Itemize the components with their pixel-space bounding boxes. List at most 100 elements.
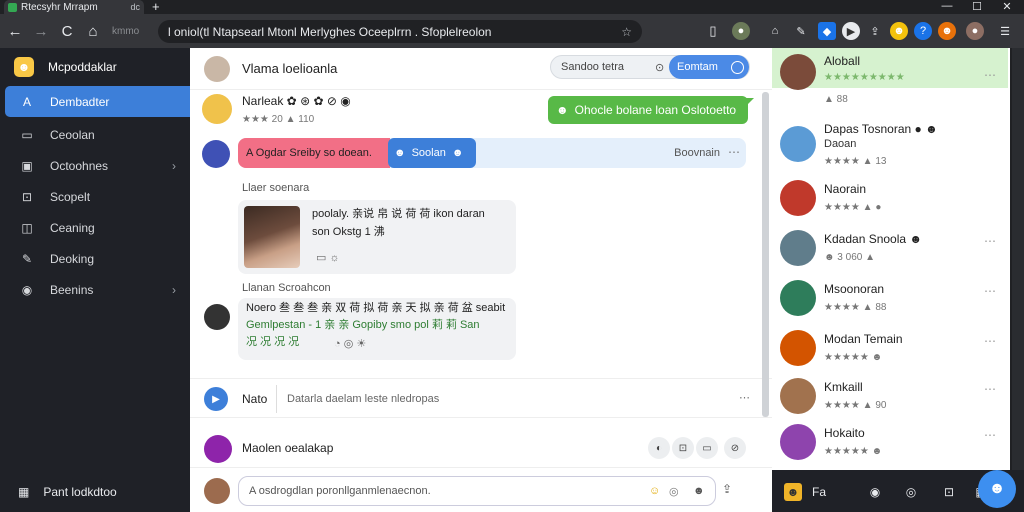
more-icon[interactable]: ⋯ <box>739 391 750 404</box>
send-button[interactable]: ⇪ <box>722 482 732 496</box>
more-icon[interactable]: ⋯ <box>984 428 996 442</box>
avatar[interactable] <box>204 304 230 330</box>
chevron-right-icon[interactable]: › <box>172 159 176 173</box>
sync-icon[interactable]: ⇪ <box>866 22 884 40</box>
chevron-right-icon[interactable]: › <box>172 283 176 297</box>
thread-action-icon[interactable]: ◐ <box>648 437 670 459</box>
gif-icon[interactable]: ◎ <box>669 485 679 498</box>
search-button[interactable]: Eomtam <box>669 55 749 79</box>
thread-action-icon[interactable]: ⊘ <box>724 437 746 459</box>
minimize-button[interactable]: — <box>932 0 962 12</box>
emoji-icon[interactable]: ☺ <box>649 485 660 497</box>
avatar[interactable] <box>780 126 816 162</box>
settings-icon[interactable]: ◎ <box>902 483 920 501</box>
more-icon[interactable]: ⋯ <box>984 382 996 396</box>
reload-button[interactable]: C <box>54 23 80 40</box>
more-icon[interactable]: ⋯ <box>984 284 996 298</box>
nav-icon: ◉ <box>21 282 33 297</box>
more-icon[interactable]: ⋯ <box>984 234 996 248</box>
reply-input[interactable]: A osdrogdlan poronllganmlenaecnon. ☺ ◎ ☻ <box>238 476 716 506</box>
sidebar-item-6[interactable]: ✎ Deoking <box>0 243 190 274</box>
contact-meta: ▲ 88 <box>824 94 848 105</box>
play-icon[interactable]: ▶ <box>204 387 228 411</box>
app-brand[interactable]: ☻ Mcpoddaklar <box>0 48 190 86</box>
new-tab-button[interactable]: + <box>152 0 160 14</box>
forward-button[interactable]: → <box>28 23 54 40</box>
more-icon[interactable]: ⋯ <box>728 145 740 159</box>
avatar[interactable] <box>204 55 230 82</box>
bookmark-star-icon[interactable]: ☆ <box>621 25 632 39</box>
notification-icon[interactable]: ◉ <box>866 483 884 501</box>
contact-meta: ★★★★★ ☻ <box>824 446 883 457</box>
thread-row[interactable]: Maolen oealakap ◐ ⊡ ▭ ⊘ <box>190 430 772 468</box>
avatar[interactable] <box>780 54 816 90</box>
search-input[interactable]: Sandoo tetra ⊙ Eomtam <box>550 55 750 79</box>
notification-ext-icon[interactable]: ☻ <box>938 22 956 40</box>
thread-action-icon[interactable]: ▭ <box>696 437 718 459</box>
photo-image[interactable] <box>244 206 300 268</box>
menu-icon[interactable]: ☰ <box>996 22 1014 40</box>
user-avatar-icon[interactable]: ● <box>966 22 984 40</box>
sidebar-item-3[interactable]: ▣ Octoohnes › <box>0 150 190 181</box>
address-bar[interactable]: l oniol(tl Ntapsearl Mtonl Merlyghes Oce… <box>158 20 642 43</box>
puzzle-icon[interactable]: ◆ <box>818 22 836 40</box>
maximize-button[interactable]: ☐ <box>962 0 992 13</box>
home-icon[interactable]: ⌂ <box>80 23 106 40</box>
avatar[interactable] <box>780 424 816 460</box>
avatar[interactable] <box>780 230 816 266</box>
compose-input[interactable]: Datarla daelam leste nledropas ⋯ <box>276 385 752 413</box>
more-icon[interactable]: ⋯ <box>984 68 996 82</box>
avatar[interactable] <box>780 330 816 366</box>
contact-item[interactable]: Hokaito ★★★★★ ☻ ⋯ <box>780 420 1006 468</box>
avatar[interactable] <box>780 180 816 216</box>
blue-segment[interactable]: ☻ Soolan ☻ <box>388 138 476 168</box>
thread-action-icon[interactable]: ⊡ <box>672 437 694 459</box>
message-bubble-green[interactable]: ☻ Ohocle bolane loan Oslotoetto <box>548 96 754 124</box>
contact-item[interactable]: Msoonoran ★★★★ ▲ 88 ⋯ <box>780 276 1006 324</box>
sidebar-item-4[interactable]: ⊡ Scopelt <box>0 181 190 212</box>
contact-name: Kdadan Snoola ☻ <box>824 232 923 246</box>
contact-item[interactable]: Aloball ★★★★★★★★★ ▲ 88 ⋯ <box>780 52 1006 105</box>
sidebar-item-label: Ceoolan <box>50 127 95 142</box>
user-icon[interactable]: ☻ <box>784 483 802 501</box>
emoji-ext-icon[interactable]: ☻ <box>890 22 908 40</box>
contact-item[interactable]: Kdadan Snoola ☻ ☻ 3 060 ▲ ⋯ <box>780 226 1006 274</box>
sidebar-item-7[interactable]: ◉ Beenins › <box>0 274 190 305</box>
avatar[interactable] <box>204 478 230 504</box>
avatar[interactable] <box>202 140 230 168</box>
browser-tab[interactable]: Rtecsyhr Mrrapm dc <box>4 0 144 14</box>
extension-icon[interactable]: ⌂ <box>766 22 784 40</box>
contacts-scrollbar[interactable] <box>1012 48 1024 470</box>
more-icon[interactable]: ⋯ <box>984 334 996 348</box>
message-card[interactable]: Noero 叁 叁 叁 亲 双 荷 拟 荷 亲 天 拟 亲 荷 盆 seabit… <box>238 298 516 360</box>
pen-icon[interactable]: ✎ <box>792 22 810 40</box>
media-icon[interactable]: ▶ <box>842 22 860 40</box>
calendar-icon[interactable]: ⊡ <box>940 483 958 501</box>
tab-close-icon[interactable]: dc <box>130 2 140 12</box>
sidebar-item-dashboard[interactable]: A Dembadter <box>5 86 190 117</box>
search-icon[interactable]: ⊙ <box>655 61 664 74</box>
sticker-icon[interactable]: ☻ <box>693 485 705 497</box>
contact-item[interactable]: Kmkaill ★★★★ ▲ 90 ⋯ <box>780 374 1006 422</box>
reader-icon[interactable]: ▯ <box>704 22 722 40</box>
main-scrollbar[interactable] <box>762 92 769 417</box>
status-bar[interactable]: A Ogdar Sreiby so doean. ☻ Soolan ☻ Boov… <box>238 138 746 168</box>
avatar[interactable] <box>780 378 816 414</box>
contact-item[interactable]: Dapas Tosnoran ● ☻ Daoan ★★★★ ▲ 13 <box>780 122 1006 170</box>
avatar[interactable] <box>202 94 232 124</box>
avatar[interactable] <box>780 280 816 316</box>
sidebar-footer[interactable]: ▦ Pant lodkdtoo <box>0 472 190 512</box>
back-button[interactable]: ← <box>2 23 28 40</box>
sidebar-item-2[interactable]: ▭ Ceoolan <box>0 119 190 150</box>
message-card[interactable]: poolaly. 亲说 帛 说 荷 荷 ikon daran son Okstg… <box>238 200 516 274</box>
contact-item[interactable]: Modan Temain ★★★★★ ☻ ⋯ <box>780 326 1006 374</box>
bottom-item-label[interactable]: Fa <box>810 483 828 501</box>
profile-fab-button[interactable]: ☻ <box>978 470 1016 508</box>
avatar[interactable] <box>204 435 232 463</box>
help-ext-icon[interactable]: ? <box>914 22 932 40</box>
profile-ext-icon[interactable]: ● <box>732 22 750 40</box>
contact-item[interactable]: Naorain ★★★★ ▲ ● <box>780 176 1006 224</box>
close-window-button[interactable]: ✕ <box>992 0 1022 13</box>
sidebar-item-5[interactable]: ◫ Ceaning <box>0 212 190 243</box>
post-author[interactable]: Narleak ✿ ⊛ ✿ ⊘ ◉ <box>242 94 351 108</box>
